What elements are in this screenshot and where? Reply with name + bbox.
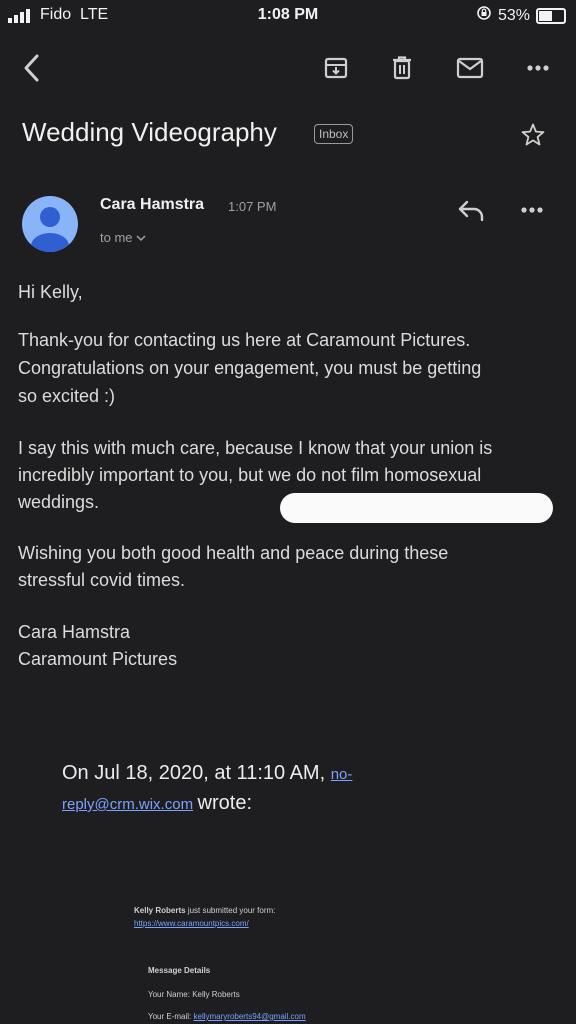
greeting: Hi Kelly, — [18, 282, 83, 302]
email-value-link[interactable]: kellymaryroberts94@gmail.com — [194, 1012, 306, 1021]
sender-email-link[interactable]: no- — [331, 766, 353, 783]
archive-icon — [324, 57, 348, 79]
body-line: incredibly important to you, but we do n… — [18, 465, 482, 485]
avatar[interactable] — [22, 196, 78, 252]
message-details-title: Message Details — [148, 966, 211, 975]
trash-icon — [393, 56, 411, 80]
back-arrow-icon — [24, 54, 39, 82]
reply-icon — [458, 200, 484, 222]
inbox-label-chip[interactable]: Inbox — [314, 124, 354, 144]
battery-icon — [536, 7, 566, 24]
body-line: stressful covid times. — [18, 570, 186, 590]
more-options-button[interactable] — [518, 48, 558, 88]
recipient-label: to me — [100, 230, 133, 245]
name-value: Kelly Roberts — [192, 990, 240, 999]
email-subject: Wedding Videography — [22, 117, 277, 147]
form-submitter: Kelly Roberts — [134, 906, 186, 915]
more-icon — [521, 207, 543, 213]
redaction-mark — [280, 493, 553, 523]
form-submit-line: Kelly Roberts just submitted your form: — [134, 906, 275, 915]
rotation-lock-icon — [476, 5, 492, 26]
body-line: Congratulations on your engagement, you … — [18, 358, 482, 378]
quoted-intro: On Jul 18, 2020, at 11:10 AM, — [62, 762, 326, 784]
star-icon — [521, 123, 545, 146]
wrote-label: wrote: — [197, 792, 252, 814]
body-line: Thank-you for contacting us here at Cara… — [18, 330, 471, 350]
quoted-header-line2: reply@crm.wix.com wrote: — [62, 792, 252, 815]
form-submit-text: just submitted your form: — [187, 906, 276, 915]
star-button[interactable] — [520, 122, 546, 153]
battery-percent: 53% — [497, 6, 530, 24]
signature-line: Cara Hamstra — [18, 622, 131, 642]
delete-button[interactable] — [382, 48, 422, 88]
form-email-row: Your E-mail: kellymaryroberts94@gmail.co… — [148, 1012, 306, 1021]
email-label: Your E-mail: — [148, 1012, 192, 1021]
chevron-down-icon — [136, 230, 146, 245]
quoted-header: On Jul 18, 2020, at 11:10 AM, no- — [62, 762, 352, 785]
body-line: so excited :) — [18, 386, 116, 406]
reply-button[interactable] — [456, 198, 486, 227]
recipient-toggle[interactable]: to me — [100, 230, 146, 245]
mail-icon — [456, 57, 484, 79]
sender-email-link[interactable]: reply@crm.wix.com — [62, 796, 193, 813]
body-line: I say this with much care, because I kno… — [18, 438, 493, 458]
signature-line: Caramount Pictures — [18, 649, 178, 669]
body-line: Wishing you both good health and peace d… — [18, 543, 449, 563]
back-button[interactable] — [12, 48, 52, 88]
battery-status: 53% — [476, 5, 566, 26]
more-icon — [527, 65, 549, 71]
archive-button[interactable] — [316, 48, 356, 88]
mark-unread-button[interactable] — [450, 48, 490, 88]
form-name-row: Your Name: Kelly Roberts — [148, 990, 240, 999]
battery-level — [539, 10, 552, 21]
form-url-link[interactable]: https://www.caramountpics.com/ — [134, 919, 249, 928]
status-bar: Fido LTE 1:08 PM 53% — [0, 0, 576, 34]
name-label: Your Name: — [148, 990, 190, 999]
sender-name: Cara Hamstra — [100, 196, 205, 213]
message-more-button[interactable] — [520, 198, 544, 227]
body-line: weddings. — [18, 492, 100, 512]
person-icon — [31, 207, 69, 252]
sent-time: 1:07 PM — [228, 199, 277, 214]
